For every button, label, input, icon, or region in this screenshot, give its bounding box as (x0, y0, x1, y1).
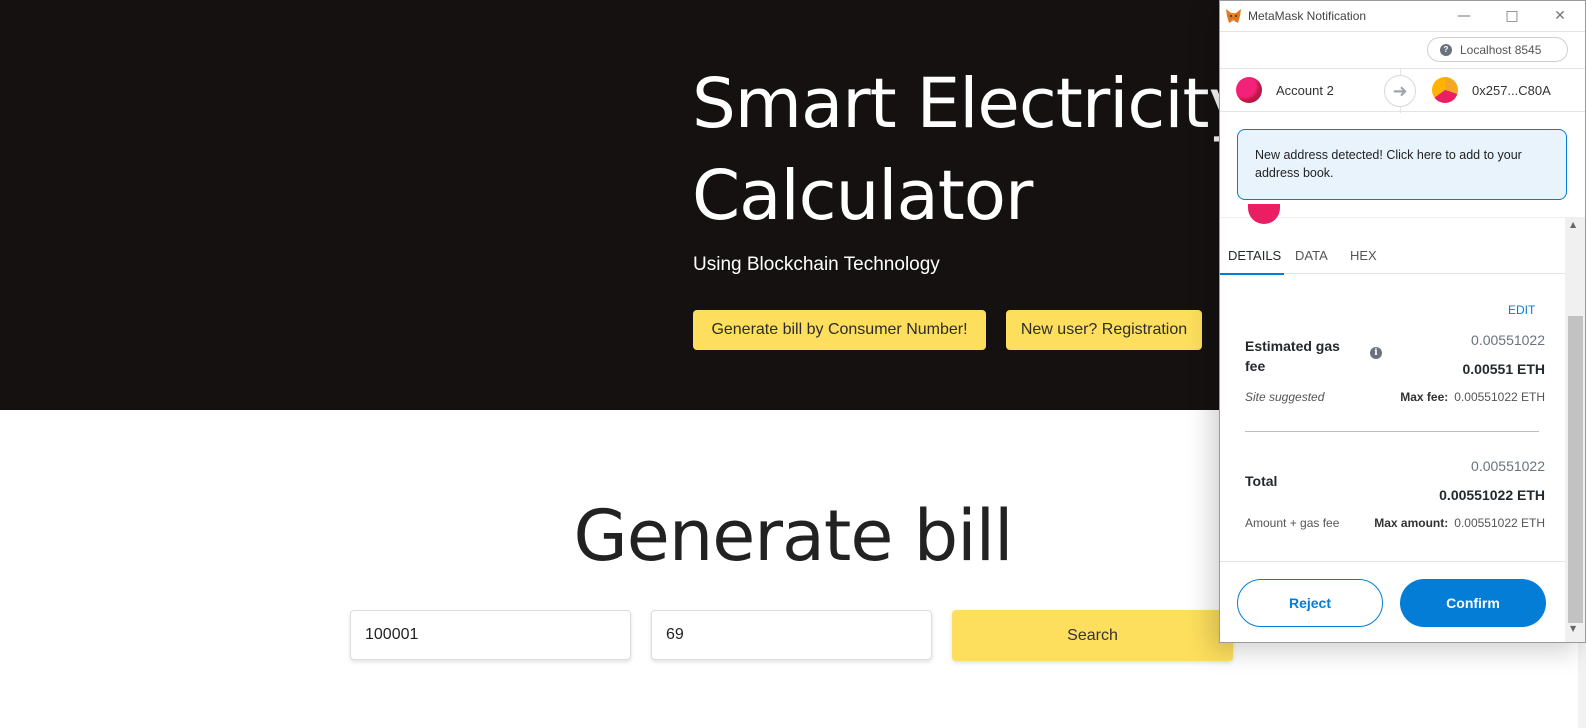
maximize-icon[interactable]: □ (1500, 5, 1524, 27)
arrow-right-icon: ➜ (1384, 75, 1416, 107)
account-row: Account 2 ➜ 0x257...C80A (1220, 68, 1585, 113)
window-title: MetaMask Notification (1248, 9, 1367, 23)
scroll-up-icon[interactable]: ▲ (1570, 220, 1576, 229)
panel-scrollbar[interactable]: ▲ ▼ (1565, 218, 1585, 642)
max-fee-label: Max fee: (1400, 390, 1449, 404)
transaction-details-panel: DETAILS DATA HEX EDIT Estimated gas fee … (1220, 204, 1585, 642)
divider (1245, 431, 1539, 432)
scroll-down-icon[interactable]: ▼ (1570, 624, 1576, 633)
help-icon: ? (1440, 43, 1452, 56)
hero-subtitle: Using Blockchain Technology (693, 254, 940, 275)
minimize-icon[interactable]: — (1452, 5, 1476, 27)
total-label: Total (1245, 473, 1278, 489)
footer-divider (1220, 561, 1565, 562)
site-avatar (1248, 204, 1280, 224)
confirm-button[interactable]: Confirm (1400, 579, 1546, 627)
search-button[interactable]: Search (952, 610, 1233, 661)
to-account-avatar (1432, 77, 1458, 103)
window-titlebar[interactable]: MetaMask Notification — □ ✕ (1220, 1, 1585, 32)
tabs-bar: DETAILS DATA HEX (1220, 240, 1565, 275)
tab-details[interactable]: DETAILS (1228, 248, 1281, 263)
from-account-name[interactable]: Account 2 (1276, 83, 1334, 98)
gas-fee-secondary: 0.00551022 (1471, 332, 1545, 348)
site-suggested-label: Site suggested (1245, 390, 1325, 404)
max-amount: Max amount: 0.00551022 ETH (1374, 516, 1545, 530)
max-amount-value: 0.00551022 ETH (1454, 516, 1545, 530)
hero-title-line2: Calculator (692, 156, 1033, 236)
metamask-window: MetaMask Notification — □ ✕ ? Localhost … (1219, 0, 1586, 643)
max-fee-value: 0.00551022 ETH (1454, 390, 1545, 404)
network-label: Localhost 8545 (1460, 42, 1542, 57)
total-primary: 0.00551022 ETH (1439, 487, 1545, 503)
tab-data[interactable]: DATA (1295, 248, 1328, 263)
max-fee: Max fee: 0.00551022 ETH (1400, 390, 1545, 404)
metamask-fox-icon (1226, 9, 1241, 23)
generate-bill-button[interactable]: Generate bill by Consumer Number! (693, 310, 986, 350)
max-amount-label: Max amount: (1374, 516, 1449, 530)
network-selector[interactable]: ? Localhost 8545 (1427, 37, 1568, 62)
scroll-thumb[interactable] (1568, 316, 1583, 623)
to-address[interactable]: 0x257...C80A (1472, 83, 1551, 98)
reject-button[interactable]: Reject (1237, 579, 1383, 627)
units-input[interactable]: 69 (651, 610, 932, 660)
from-account-avatar (1236, 77, 1262, 103)
hero-title-line1: Smart Electricity (692, 64, 1249, 144)
registration-button[interactable]: New user? Registration (1006, 310, 1202, 350)
estimated-gas-fee-label: Estimated gas fee (1245, 338, 1340, 374)
new-address-notice[interactable]: New address detected! Click here to add … (1237, 129, 1567, 200)
total-secondary: 0.00551022 (1471, 458, 1545, 474)
close-icon[interactable]: ✕ (1548, 5, 1572, 27)
info-icon[interactable]: i (1370, 347, 1382, 359)
gas-fee-primary: 0.00551 ETH (1462, 361, 1546, 377)
active-tab-indicator (1220, 273, 1284, 275)
consumer-number-input[interactable]: 100001 (350, 610, 631, 660)
amount-gas-fee-label: Amount + gas fee (1245, 516, 1340, 530)
tab-hex[interactable]: HEX (1350, 248, 1377, 263)
edit-gas-link[interactable]: EDIT (1508, 303, 1535, 317)
hero-title: Smart Electricity Calculator (692, 58, 1252, 242)
